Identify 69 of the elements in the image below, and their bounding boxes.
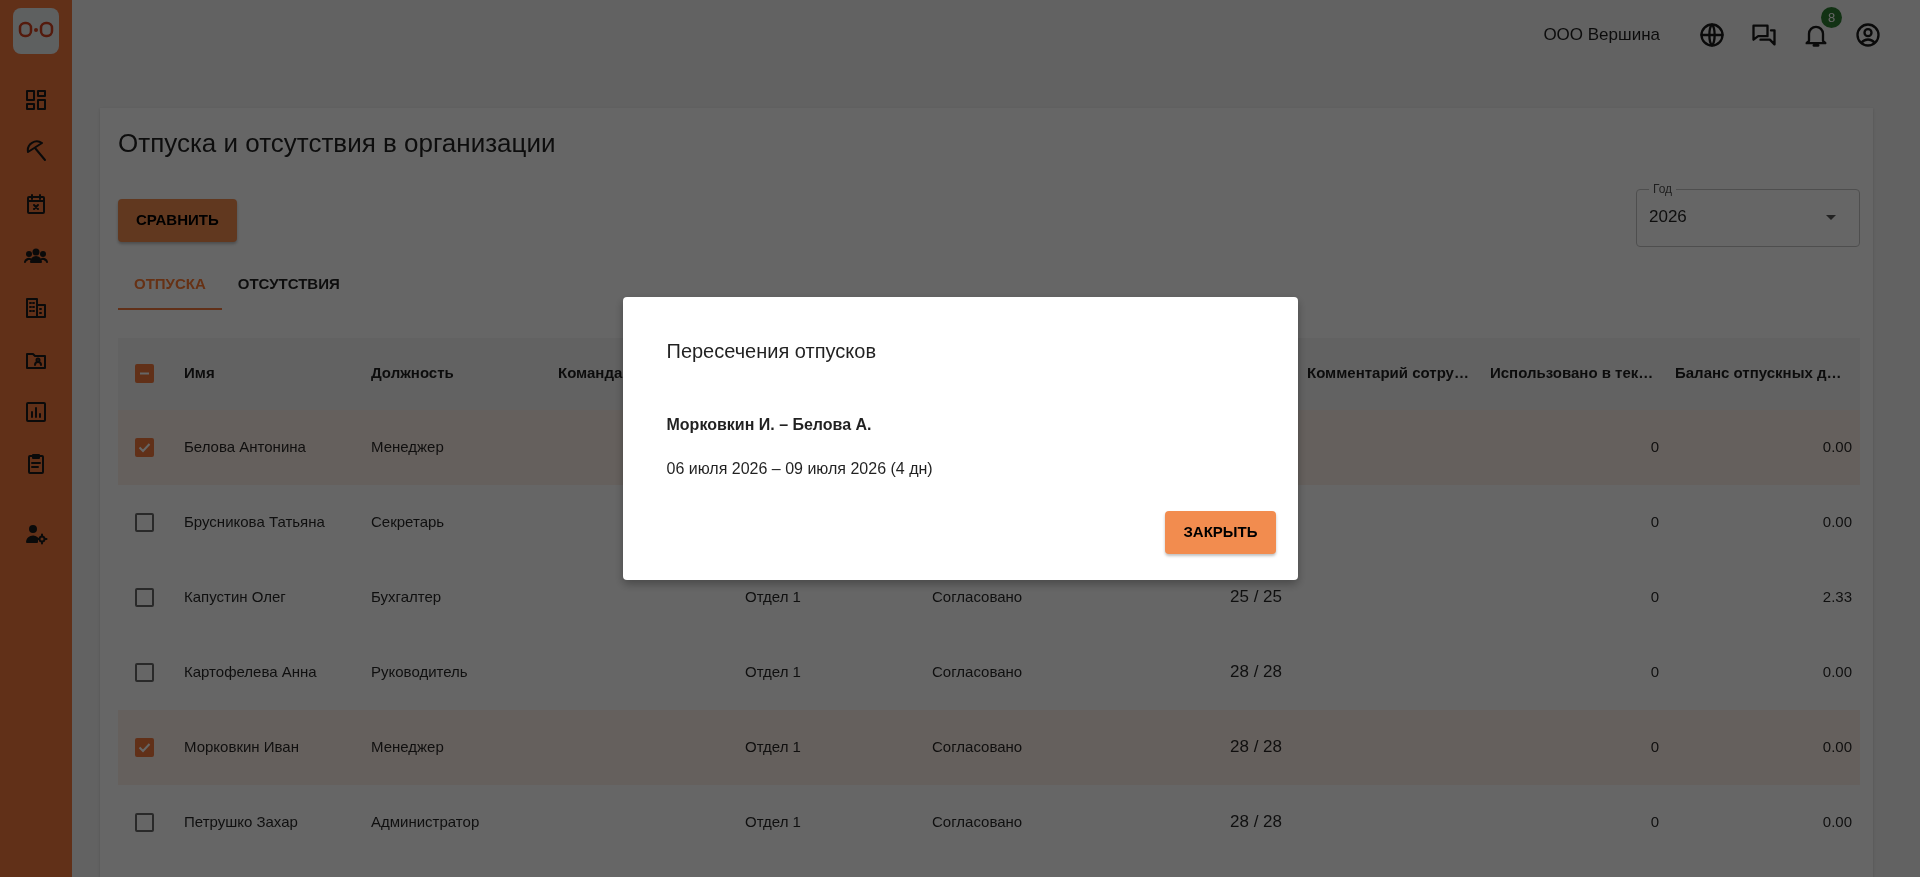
umbrella-icon[interactable] — [24, 140, 48, 164]
calendar-cross-icon[interactable] — [24, 192, 48, 216]
conflict-names: Морковкин И. – Белова А. — [666, 415, 873, 436]
table-cell: Петрушко Захар — [184, 812, 298, 830]
table-cell: Согласовано — [932, 587, 1023, 605]
checkbox[interactable] — [135, 812, 154, 832]
table-cell: 25 / 25 — [1230, 587, 1282, 607]
column-header[interactable]: Команда — [558, 364, 623, 382]
conflict-period: 06 июля 2026 – 09 июля 2026 (4 дн) — [666, 459, 934, 480]
column-header[interactable]: Имя — [184, 364, 215, 382]
check-icon — [138, 441, 151, 453]
table-cell: 0.00 — [1822, 737, 1852, 755]
table-cell: Согласовано — [932, 662, 1023, 680]
person-gear-icon[interactable] — [24, 522, 48, 546]
account-icon[interactable] — [1854, 21, 1882, 49]
table-cell: 28 / 28 — [1230, 812, 1282, 832]
table-cell: Отдел 1 — [745, 662, 801, 680]
table-cell: 0.00 — [1822, 812, 1852, 830]
year-select[interactable]: Год 2026 — [1636, 183, 1860, 248]
table-cell: 0.00 — [1822, 662, 1852, 680]
table-cell: Отдел 1 — [745, 812, 801, 830]
table-cell: 28 / 28 — [1230, 662, 1282, 682]
bar-chart-icon[interactable] — [24, 400, 48, 424]
checkbox[interactable] — [135, 662, 154, 682]
table-cell: Секретарь — [371, 512, 445, 530]
table-cell: 0 — [1650, 737, 1659, 755]
globe-icon[interactable] — [1698, 21, 1726, 49]
table-cell: 0 — [1650, 512, 1659, 530]
dashboard-icon[interactable] — [24, 88, 48, 112]
table-cell: 0 — [1650, 662, 1659, 680]
table-cell: Отдел 1 — [745, 737, 801, 755]
page-title: Отпуска и отсутствия в организации — [118, 128, 557, 160]
checkbox[interactable] — [135, 737, 154, 757]
company-name[interactable]: ООО Вершина — [1543, 22, 1660, 48]
table-cell: Администратор — [371, 812, 480, 830]
tab[interactable]: ОТСУТСТВИЯ — [221, 259, 356, 310]
table-cell: 0 — [1650, 437, 1659, 455]
checkbox[interactable] — [135, 587, 154, 607]
table-cell: 0 — [1650, 812, 1659, 830]
checkbox[interactable] — [135, 437, 154, 457]
table-cell: 28 / 28 — [1230, 737, 1282, 757]
tab[interactable]: ОТПУСКА — [118, 259, 222, 310]
building-icon[interactable] — [24, 296, 48, 320]
table-cell: Белова Антонина — [184, 437, 306, 455]
checkbox[interactable] — [135, 364, 154, 384]
dialog-title: Пересечения отпусков — [666, 339, 878, 364]
table-cell: Менеджер — [371, 437, 444, 455]
close-button[interactable]: ЗАКРЫТЬ — [1165, 511, 1276, 554]
table-cell: Отдел 1 — [745, 587, 801, 605]
dash-icon — [139, 372, 150, 376]
table-cell: 0.00 — [1822, 512, 1852, 530]
table-cell: Капустин Олег — [184, 587, 286, 605]
table-cell: 0 — [1650, 587, 1659, 605]
table-cell: 2.33 — [1822, 587, 1852, 605]
table-cell: Бухгалтер — [371, 587, 442, 605]
table-cell: Морковкин Иван — [184, 737, 299, 755]
compare-button[interactable]: СРАВНИТЬ — [118, 199, 237, 242]
check-icon — [138, 741, 151, 753]
notification-count: 8 — [1821, 7, 1842, 28]
table-cell: Менеджер — [371, 737, 444, 755]
table-cell: Согласовано — [932, 812, 1023, 830]
table-cell: Руководитель — [371, 662, 468, 680]
table-cell: Картофелева Анна — [184, 662, 317, 680]
table-cell: 0.00 — [1822, 437, 1852, 455]
table-cell: Согласовано — [932, 737, 1023, 755]
table-cell: Брусникова Татьяна — [184, 512, 325, 530]
checkbox[interactable] — [135, 512, 154, 532]
column-header[interactable]: Должность — [371, 364, 454, 382]
app-logo[interactable] — [13, 8, 59, 54]
